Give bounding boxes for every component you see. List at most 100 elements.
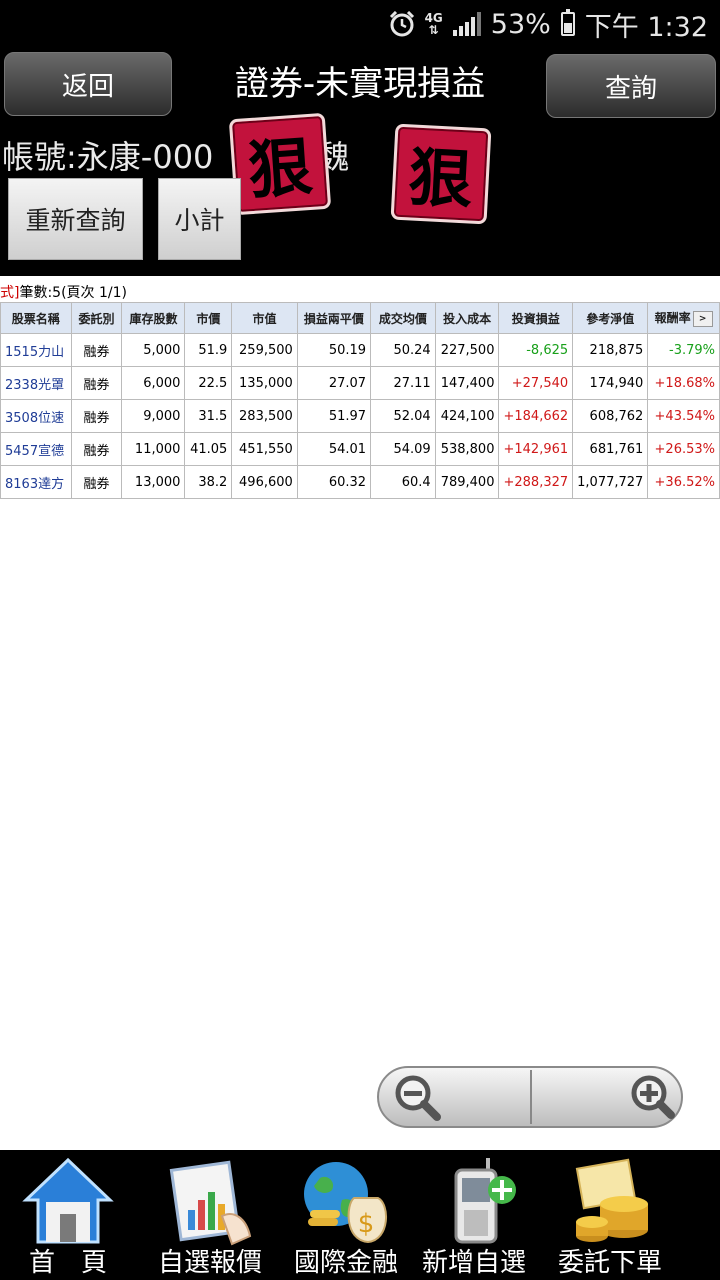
net-value: 174,940 (572, 366, 649, 400)
bottom-nav: 首 頁 自選報價 $ 國際金融 新增自選 委託下單 (0, 1150, 720, 1280)
unrealized-pl-table: 股票名稱 委託別 庫存股數 市價 市值 損益兩平價 成交均價 投入成本 投資損益… (0, 302, 720, 499)
shares: 9,000 (121, 399, 186, 433)
zoom-out-icon[interactable] (389, 1071, 449, 1123)
market-price: 41.05 (184, 432, 233, 466)
back-button[interactable]: 返回 (4, 52, 172, 116)
network-type-icon: 4G ⇅ (424, 11, 443, 37)
cost: 147,400 (434, 366, 500, 400)
table-header-row: 股票名稱 委託別 庫存股數 市價 市值 損益兩平價 成交均價 投入成本 投資損益… (0, 302, 720, 334)
market-price: 31.5 (184, 399, 233, 433)
order-type: 融券 (70, 465, 123, 499)
order-type: 融券 (70, 432, 123, 466)
market-value: 496,600 (231, 465, 298, 499)
column-header[interactable]: 市價 (184, 302, 233, 334)
nav-item-place-order[interactable]: 委託下單 (542, 1150, 678, 1280)
net-value: 1,077,727 (572, 465, 649, 499)
shares: 13,000 (121, 465, 186, 499)
avg-price: 50.24 (370, 333, 436, 367)
redaction-stamp: 狠 (390, 123, 492, 225)
nav-item-home[interactable]: 首 頁 (0, 1150, 136, 1280)
table-row[interactable]: 1515力山 融券 5,000 51.9 259,500 50.19 50.24… (0, 333, 720, 367)
clock-time: 下午 1:32 (584, 11, 708, 43)
market-value: 451,550 (231, 432, 298, 466)
query-button[interactable]: 查詢 (546, 54, 716, 118)
nav-item-international-finance[interactable]: $ 國際金融 (278, 1150, 414, 1280)
order-type: 融券 (70, 366, 123, 400)
return-rate: -3.79% (647, 333, 720, 367)
profit-loss: +142,961 (498, 432, 574, 466)
nav-item-add-watchlist[interactable]: 新增自選 (406, 1150, 542, 1280)
coins-order-icon (575, 1158, 648, 1242)
page-title: 證券-未實現損益 (234, 64, 486, 104)
column-header[interactable]: 成交均價 (370, 302, 436, 334)
column-header[interactable]: 報酬率 > (647, 302, 720, 334)
column-header[interactable]: 市值 (231, 302, 298, 334)
market-price: 38.2 (184, 465, 233, 499)
nav-label: 委託下單 (557, 1248, 662, 1278)
redaction-stamp: 狠 (228, 112, 332, 216)
stock-name[interactable]: 1515力山 (0, 333, 72, 367)
zoom-control (377, 1066, 683, 1128)
net-value: 681,761 (572, 432, 649, 466)
requery-button[interactable]: 重新查詢 (8, 178, 143, 260)
shares: 6,000 (121, 366, 186, 400)
scroll-right-icon[interactable]: > (692, 310, 713, 327)
header: 返回 證券-未實現損益 查詢 帳號:永康-000 魏 狠 狠 重新查詢 小計 (0, 48, 720, 276)
return-rate: +43.54% (647, 399, 720, 433)
stock-name[interactable]: 3508位速 (0, 399, 72, 433)
stock-name[interactable]: 8163達方 (0, 465, 72, 499)
account-number: 帳號:永康-000 (2, 138, 214, 176)
cost: 227,500 (434, 333, 500, 367)
net-value: 608,762 (572, 399, 649, 433)
results-panel: 式]筆數:5(頁次 1/1) 股票名稱 委託別 庫存股數 市價 市值 損益兩平價… (0, 276, 720, 1150)
stock-name[interactable]: 5457宣德 (0, 432, 72, 466)
column-header[interactable]: 庫存股數 (121, 302, 186, 334)
cost: 424,100 (434, 399, 500, 433)
stock-name[interactable]: 2338光罩 (0, 366, 72, 400)
column-header[interactable]: 投資損益 (498, 302, 574, 334)
market-value: 135,000 (231, 366, 298, 400)
nav-label: 新增自選 (421, 1248, 526, 1278)
svg-text:$: $ (358, 1209, 375, 1239)
market-value: 259,500 (231, 333, 298, 367)
shares: 11,000 (121, 432, 186, 466)
record-count: 式]筆數:5(頁次 1/1) (0, 282, 127, 302)
summary-text: 筆數:5(頁次 1/1) (19, 285, 127, 301)
break-even-price: 51.97 (296, 399, 372, 433)
signal-strength-icon (452, 12, 481, 36)
nav-label: 國際金融 (293, 1248, 398, 1278)
chart-quote-icon (169, 1160, 252, 1246)
globe-money-icon: $ (304, 1162, 388, 1244)
column-header[interactable]: 股票名稱 (0, 302, 72, 334)
column-header[interactable]: 損益兩平價 (296, 302, 372, 334)
table-row[interactable]: 3508位速 融券 9,000 31.5 283,500 51.97 52.04… (0, 399, 720, 433)
battery-icon (560, 9, 575, 36)
summary-prefix: 式] (0, 285, 20, 301)
break-even-price: 50.19 (296, 333, 372, 367)
subtotal-button[interactable]: 小計 (158, 178, 241, 260)
column-header[interactable]: 參考淨值 (572, 302, 649, 334)
order-type: 融券 (70, 333, 123, 367)
nav-item-watchlist-quote[interactable]: 自選報價 (142, 1150, 278, 1280)
alarm-clock-icon (389, 11, 414, 37)
cost: 538,800 (434, 432, 500, 466)
cost: 789,400 (434, 465, 500, 499)
table-row[interactable]: 8163達方 融券 13,000 38.2 496,600 60.32 60.4… (0, 465, 720, 499)
profit-loss: -8,625 (498, 333, 574, 367)
return-rate: +18.68% (647, 366, 720, 400)
table-row[interactable]: 2338光罩 融券 6,000 22.5 135,000 27.07 27.11… (0, 366, 720, 400)
order-type: 融券 (70, 399, 123, 433)
zoom-divider (530, 1070, 532, 1124)
zoom-in-icon[interactable] (619, 1071, 679, 1123)
avg-price: 52.04 (370, 399, 436, 433)
status-bar: 4G ⇅ 53% 下午 1:32 (0, 0, 720, 48)
shares: 5,000 (121, 333, 186, 367)
net-value: 218,875 (572, 333, 649, 367)
battery-percent: 53% (490, 8, 551, 40)
nav-label: 自選報價 (157, 1248, 262, 1278)
column-header[interactable]: 委託別 (70, 302, 123, 334)
profit-loss: +27,540 (498, 366, 574, 400)
column-header[interactable]: 投入成本 (434, 302, 500, 334)
market-price: 51.9 (184, 333, 233, 367)
table-row[interactable]: 5457宣德 融券 11,000 41.05 451,550 54.01 54.… (0, 432, 720, 466)
